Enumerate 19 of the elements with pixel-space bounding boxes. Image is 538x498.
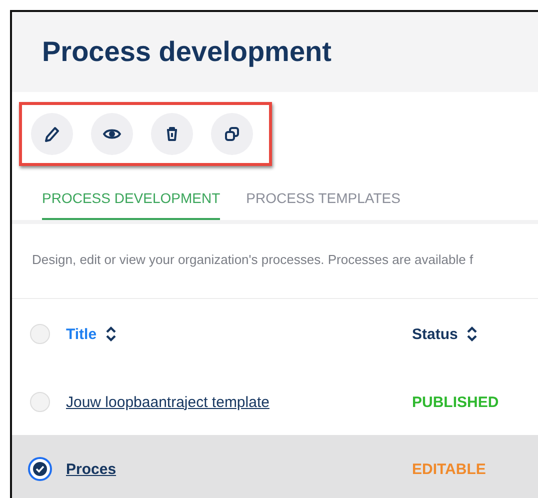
view-button[interactable]	[91, 113, 133, 155]
duplicate-button[interactable]	[211, 113, 253, 155]
edit-button[interactable]	[31, 113, 73, 155]
delete-button[interactable]	[151, 113, 193, 155]
sort-icon	[466, 325, 478, 343]
row-checkbox[interactable]	[30, 392, 50, 412]
check-icon	[35, 464, 45, 474]
sort-icon	[104, 325, 117, 343]
pencil-icon	[43, 125, 61, 143]
status-text: EDITABLE	[412, 460, 486, 478]
process-title-link[interactable]: Proces	[66, 460, 116, 478]
page-title: Process development	[41, 35, 332, 68]
column-header[interactable]: Status	[412, 326, 458, 342]
copy-icon	[223, 125, 241, 143]
description-text: Design, edit or view your organization's processes. Processes are available f	[31, 251, 474, 269]
column-header[interactable]: Title	[66, 326, 97, 342]
process-title-link[interactable]: Jouw loopbaantraject template	[66, 394, 270, 410]
status-text: PUBLISHED	[412, 394, 499, 410]
select-all-checkbox[interactable]	[30, 324, 50, 344]
